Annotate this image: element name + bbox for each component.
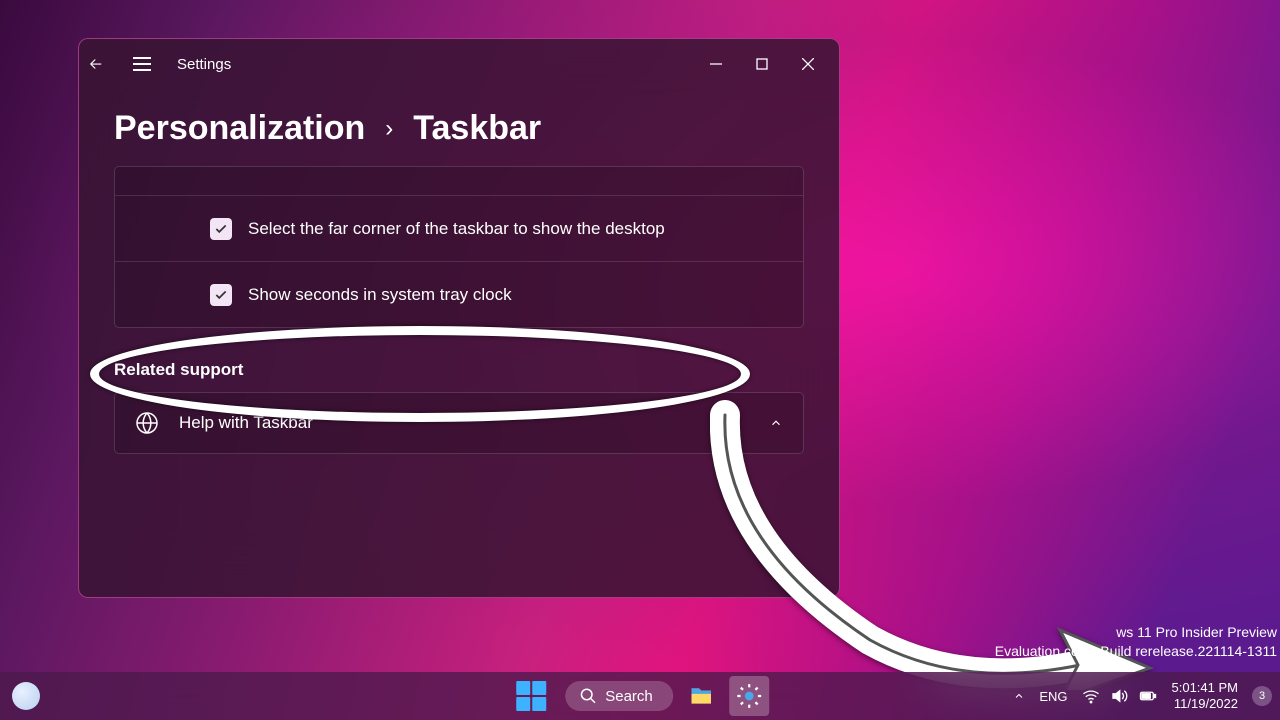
windows-watermark: ws 11 Pro Insider Preview Evaluation cop… [995,623,1277,662]
breadcrumb: Personalization › Taskbar [79,89,839,166]
breadcrumb-separator: › [385,115,393,143]
settings-window: Settings Personalization › Taskbar Selec… [78,38,840,598]
notification-count: 3 [1259,690,1265,702]
breadcrumb-current: Taskbar [413,109,541,148]
battery-icon [1138,687,1158,705]
setting-label: Select the far corner of the taskbar to … [248,217,665,241]
help-with-taskbar-row[interactable]: Help with Taskbar [114,392,804,454]
setting-label: Show seconds in system tray clock [248,283,512,307]
wifi-icon [1082,687,1100,705]
search-label: Search [605,688,653,705]
watermark-line1: ws 11 Pro Insider Preview [995,623,1277,643]
clock-time: 5:01:41 PM [1172,680,1239,696]
close-button[interactable] [785,48,831,80]
checkbox-far-corner[interactable] [210,218,232,240]
app-title: Settings [177,56,231,73]
back-button[interactable] [87,55,127,73]
checkbox-show-seconds[interactable] [210,284,232,306]
search-button[interactable]: Search [565,681,673,711]
breadcrumb-parent[interactable]: Personalization [114,109,365,148]
chevron-up-icon [769,416,783,430]
language-indicator[interactable]: ENG [1039,689,1067,704]
taskbar-behaviors-group: Select the far corner of the taskbar to … [114,166,804,328]
maximize-button[interactable] [739,48,785,80]
help-label: Help with Taskbar [179,413,749,433]
setting-row-show-seconds[interactable]: Show seconds in system tray clock [115,261,803,327]
notification-badge[interactable]: 3 [1252,686,1272,706]
system-clock[interactable]: 5:01:41 PM 11/19/2022 [1172,680,1239,711]
taskbar: Search ENG 5:01:41 PM 11/19/2022 3 [0,672,1280,720]
system-tray[interactable] [1082,687,1158,705]
clock-date: 11/19/2022 [1172,696,1239,712]
search-icon [579,687,597,705]
hamburger-menu-icon[interactable] [127,57,157,71]
settings-app-icon[interactable] [729,676,769,716]
minimize-button[interactable] [693,48,739,80]
setting-row-far-corner[interactable]: Select the far corner of the taskbar to … [115,195,803,261]
related-support-header: Related support [79,328,839,392]
tray-overflow-button[interactable] [1013,690,1025,702]
start-button[interactable] [511,676,551,716]
setting-row-partial [115,167,803,195]
titlebar: Settings [79,39,839,89]
globe-icon [135,411,159,435]
file-explorer-icon[interactable] [681,676,721,716]
volume-icon [1110,687,1128,705]
widgets-button[interactable] [12,682,40,710]
watermark-line2: Evaluation copy. Build rerelease.221114-… [995,642,1277,662]
